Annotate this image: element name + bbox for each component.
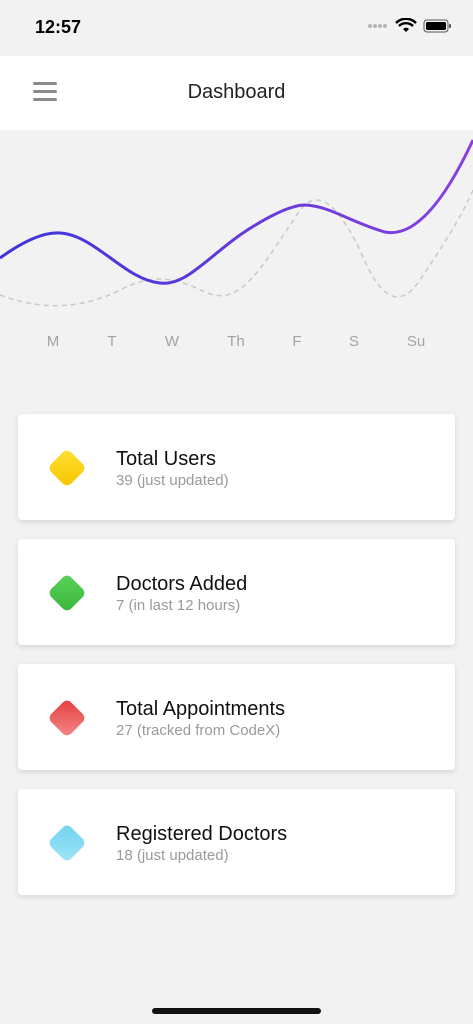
card-title: Total Appointments	[116, 698, 285, 720]
home-indicator[interactable]	[152, 1008, 321, 1014]
card-total-appointments[interactable]: Total Appointments 27 (tracked from Code…	[18, 664, 455, 770]
card-subtitle: 18 (just updated)	[116, 847, 229, 864]
cyan-diamond-icon	[47, 823, 87, 863]
chart-x-tick-label: W	[164, 333, 180, 350]
page-title: Dashboard	[187, 81, 286, 103]
chart-x-tick-label: S	[348, 333, 360, 350]
status-bar: 12:57	[0, 0, 473, 56]
card-total-users[interactable]: Total Users 39 (just updated)	[18, 414, 455, 520]
weekly-chart: M T W Th F S Su	[0, 130, 473, 370]
signal-icon	[368, 24, 387, 28]
card-registered-doctors[interactable]: Registered Doctors 18 (just updated)	[18, 789, 455, 895]
card-subtitle: 27 (tracked from CodeX)	[116, 722, 281, 739]
chart-series-main-line	[0, 139, 473, 285]
card-title: Registered Doctors	[116, 823, 288, 845]
battery-icon	[423, 19, 451, 33]
card-title: Total Users	[116, 448, 217, 470]
chart-series-dashed-line	[0, 189, 473, 307]
card-subtitle: 39 (just updated)	[116, 472, 229, 489]
chart-x-tick-label: Su	[406, 333, 426, 350]
app-header: Dashboard	[0, 56, 473, 130]
stats-card-list: Total Users 39 (just updated) Doctors Ad…	[18, 414, 455, 914]
wifi-icon	[395, 18, 417, 32]
chart-x-tick-label: F	[292, 333, 302, 350]
status-time: 12:57	[35, 17, 82, 37]
chart-x-tick-label: Th	[227, 333, 245, 350]
chart-x-tick-label: M	[46, 333, 60, 350]
chart-x-tick-label: T	[107, 333, 117, 350]
yellow-diamond-icon	[47, 448, 87, 488]
card-title: Doctors Added	[116, 573, 248, 595]
card-subtitle: 7 (in last 12 hours)	[116, 597, 241, 614]
green-diamond-icon	[47, 573, 87, 613]
status-icons	[367, 18, 453, 34]
card-doctors-added[interactable]: Doctors Added 7 (in last 12 hours)	[18, 539, 455, 645]
red-diamond-icon	[47, 698, 87, 738]
